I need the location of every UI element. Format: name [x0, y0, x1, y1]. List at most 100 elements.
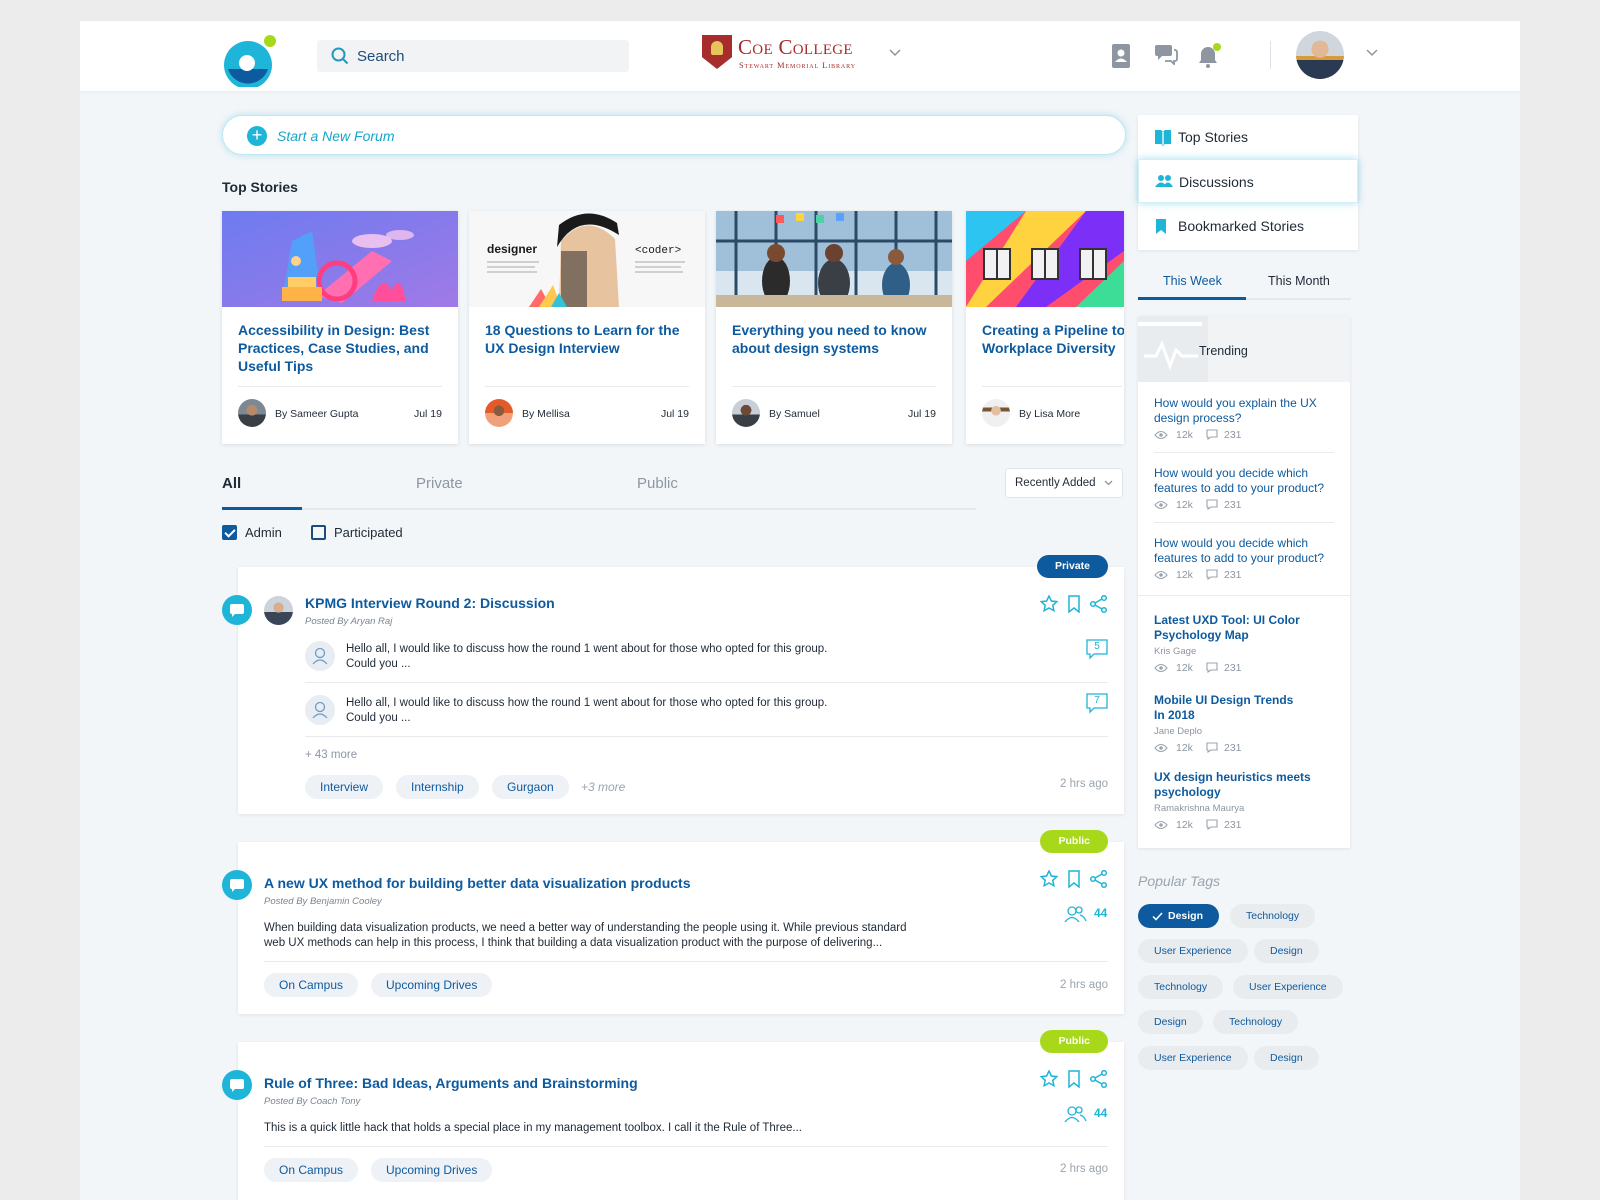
popular-tag[interactable]: User Experience — [1138, 1046, 1248, 1070]
reply-count-bubble[interactable]: 5 — [1086, 639, 1108, 660]
tab-private[interactable]: Private — [416, 475, 463, 492]
star-icon[interactable] — [1040, 595, 1059, 613]
participated-checkbox[interactable] — [311, 525, 326, 540]
story-image — [966, 211, 1124, 307]
reply-count: 5 — [1094, 641, 1100, 652]
trending-question[interactable]: How would you explain the UX design proc… — [1154, 396, 1334, 426]
forum-card[interactable]: Private KPMG Interview Round 2: Discussi… — [222, 555, 1124, 814]
visibility-badge: Public — [1040, 830, 1108, 853]
popular-tag[interactable]: Design — [1138, 1010, 1203, 1034]
participated-checkbox-label[interactable]: Participated — [334, 525, 403, 540]
tab-this-week[interactable]: This Week — [1163, 274, 1222, 288]
forum-title[interactable]: A new UX method for building better data… — [264, 875, 691, 891]
user-avatar[interactable] — [1296, 31, 1344, 79]
forum-tabs: All Private Public — [222, 473, 976, 510]
forum-card[interactable]: Public A new UX method for building bett… — [222, 830, 1124, 1014]
story-card[interactable]: Creating a Pipeline to Workplace Diversi… — [966, 211, 1124, 444]
eye-icon — [1154, 663, 1168, 673]
popular-tag[interactable]: Design — [1254, 939, 1319, 963]
popular-tag[interactable]: User Experience — [1233, 975, 1343, 999]
article-title[interactable]: Mobile UI Design Trends In 2018 — [1154, 693, 1304, 723]
story-author: By Sameer Gupta — [275, 408, 359, 420]
contacts-book-icon[interactable] — [1110, 43, 1132, 69]
forum-tag[interactable]: Gurgaon — [492, 775, 569, 799]
popular-tag[interactable]: Technology — [1230, 904, 1316, 928]
bookmark-icon[interactable] — [1068, 1070, 1080, 1088]
forum-tag[interactable]: Interview — [305, 775, 384, 799]
college-logo[interactable]: Coe College Stewart Memorial Library — [702, 35, 872, 71]
nav-discussions[interactable]: Discussions — [1138, 159, 1358, 203]
nav-top-stories[interactable]: Top Stories — [1138, 115, 1358, 159]
popular-tag[interactable]: Design — [1254, 1046, 1319, 1070]
search-icon — [331, 47, 349, 65]
story-card[interactable]: Accessibility in Design: Best Practices,… — [222, 211, 458, 444]
bookmark-icon[interactable] — [1068, 595, 1080, 613]
reply-text: Hello all, I would like to discuss how t… — [346, 696, 827, 726]
article-author: Ramakrishna Maurya — [1154, 803, 1245, 814]
story-card[interactable]: Everything you need to know about design… — [716, 211, 952, 444]
tab-this-month[interactable]: This Month — [1268, 274, 1330, 288]
more-tags-link[interactable]: +3 more — [581, 780, 625, 794]
popular-tag-selected[interactable]: Design — [1138, 904, 1220, 928]
comment-icon — [1206, 569, 1218, 580]
article-title[interactable]: Latest UXD Tool: UI Color Psychology Map — [1154, 613, 1324, 643]
story-title[interactable]: Accessibility in Design: Best Practices,… — [238, 321, 448, 375]
forum-posted-by: Posted By Coach Tony — [264, 1096, 361, 1107]
star-icon[interactable] — [1040, 1070, 1059, 1088]
story-title[interactable]: Everything you need to know about design… — [732, 321, 942, 357]
reply-line: Could you ... — [346, 712, 411, 724]
tab-all[interactable]: All — [222, 475, 241, 492]
reply-count-bubble[interactable]: 7 — [1086, 693, 1108, 714]
chat-icon[interactable] — [1154, 43, 1178, 65]
story-card[interactable]: designer <coder> 18 Questions to Learn f… — [469, 211, 705, 444]
author-avatar — [264, 596, 293, 625]
admin-checkbox-label[interactable]: Admin — [245, 525, 282, 540]
forum-actions — [1040, 595, 1108, 613]
nav-bookmarked-stories[interactable]: Bookmarked Stories — [1138, 204, 1358, 248]
story-image: designer <coder> — [469, 211, 705, 307]
reply-count: 7 — [1094, 695, 1100, 706]
story-title[interactable]: 18 Questions to Learn for the UX Design … — [485, 321, 695, 357]
forum-card[interactable]: Public Rule of Three: Bad Ideas, Argumen… — [222, 1030, 1124, 1200]
story-title[interactable]: Creating a Pipeline to Workplace Diversi… — [982, 321, 1124, 357]
popular-tag[interactable]: Technology — [1138, 975, 1224, 999]
start-new-forum-button[interactable]: + Start a New Forum — [222, 115, 1126, 155]
search-bar[interactable]: Search — [317, 40, 629, 72]
popular-tag[interactable]: Technology — [1213, 1010, 1299, 1034]
card-divider — [264, 961, 1108, 962]
nav-label: Discussions — [1179, 174, 1254, 190]
eye-icon — [1154, 743, 1168, 753]
reply-line: Hello all, I would like to discuss how t… — [346, 697, 828, 709]
trending-question[interactable]: How would you decide which features to a… — [1154, 466, 1334, 496]
excerpt-line: When building data visualization product… — [264, 922, 907, 934]
more-replies-link[interactable]: + 43 more — [305, 749, 357, 761]
app-logo[interactable] — [224, 33, 278, 87]
share-icon[interactable] — [1089, 870, 1108, 888]
share-icon[interactable] — [1089, 1070, 1108, 1088]
members-count: 44 — [1094, 906, 1108, 920]
notification-bell-icon[interactable] — [1196, 43, 1222, 69]
bookmark-icon[interactable] — [1068, 870, 1080, 888]
forum-title[interactable]: Rule of Three: Bad Ideas, Arguments and … — [264, 1075, 638, 1091]
forum-tag[interactable]: On Campus — [264, 973, 359, 997]
share-icon[interactable] — [1089, 595, 1108, 613]
pulse-icon — [1138, 322, 1202, 371]
forum-title[interactable]: KPMG Interview Round 2: Discussion — [305, 595, 555, 611]
story-divider — [238, 386, 442, 387]
chevron-down-icon[interactable] — [1366, 49, 1378, 57]
story-date: Jul 19 — [907, 408, 936, 420]
forum-tag[interactable]: Upcoming Drives — [371, 973, 493, 997]
trending-question[interactable]: How would you decide which features to a… — [1154, 536, 1334, 566]
forum-tag[interactable]: Upcoming Drives — [371, 1158, 493, 1182]
article-title[interactable]: UX design heuristics meets psychology — [1154, 770, 1329, 800]
star-icon[interactable] — [1040, 870, 1059, 888]
sort-select[interactable]: Recently Added — [1005, 468, 1123, 498]
header-divider — [1270, 41, 1271, 69]
chevron-down-icon[interactable] — [889, 49, 901, 57]
popular-tag[interactable]: User Experience — [1138, 939, 1248, 963]
forum-tag[interactable]: On Campus — [264, 1158, 359, 1182]
popular-tags-title: Popular Tags — [1138, 873, 1220, 889]
admin-checkbox[interactable] — [222, 525, 237, 540]
forum-tag[interactable]: Internship — [396, 775, 479, 799]
tab-public[interactable]: Public — [637, 475, 678, 492]
